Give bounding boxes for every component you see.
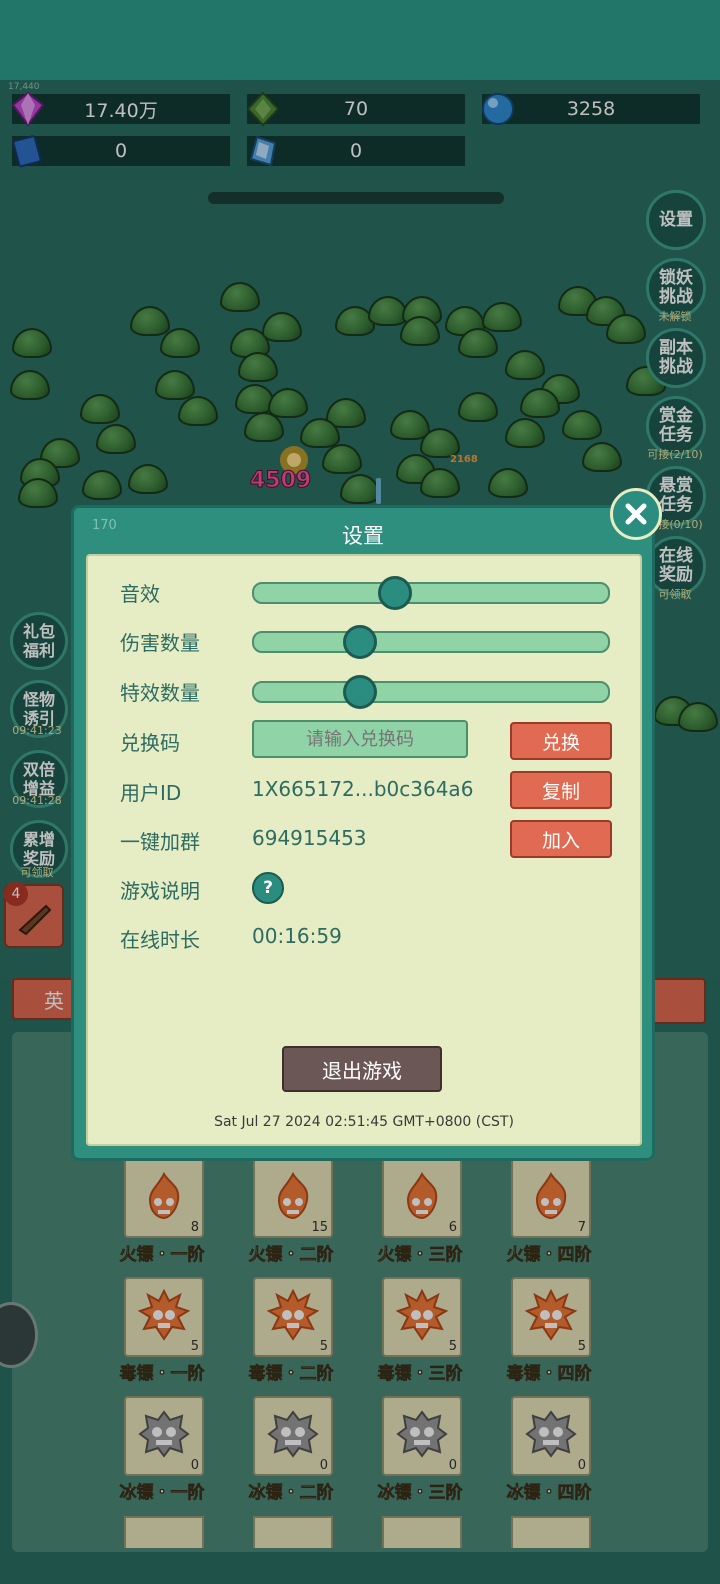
- redeem-label: 兑换码: [120, 731, 180, 755]
- effect-count-slider[interactable]: [252, 675, 610, 709]
- game-help-label: 游戏说明: [120, 879, 200, 903]
- user-id-label: 用户ID: [120, 781, 182, 805]
- close-icon: [625, 503, 647, 525]
- user-id-value: 1X665172...b0c364a6: [252, 777, 474, 801]
- sound-slider[interactable]: [252, 576, 610, 610]
- group-number-value: 694915453: [252, 826, 367, 850]
- dialog-body: 音效 伤害数量 特效数量 兑换码 兑换 用户ID 1X665172...b0c3…: [86, 554, 642, 1146]
- redeem-button[interactable]: 兑换: [510, 722, 612, 760]
- damage-count-label: 伤害数量: [120, 631, 200, 655]
- copy-button[interactable]: 复制: [510, 771, 612, 809]
- sound-slider-thumb[interactable]: [378, 576, 413, 610]
- online-time-label: 在线时长: [120, 928, 200, 952]
- exit-game-button[interactable]: 退出游戏: [282, 1046, 442, 1092]
- effect-count-slider-thumb[interactable]: [342, 675, 377, 709]
- join-button-label: 加入: [541, 829, 580, 852]
- effect-count-label: 特效数量: [120, 681, 200, 705]
- sound-label: 音效: [120, 582, 160, 606]
- damage-count-slider-thumb[interactable]: [342, 625, 377, 659]
- exit-game-label: 退出游戏: [322, 1058, 402, 1083]
- redeem-code-input[interactable]: [252, 720, 468, 758]
- redeem-button-label: 兑换: [541, 731, 580, 754]
- help-icon[interactable]: ?: [252, 872, 284, 904]
- close-dialog-button[interactable]: [610, 488, 662, 540]
- timestamp: Sat Jul 27 2024 02:51:45 GMT+0800 (CST): [214, 1114, 514, 1130]
- dialog-title: 设置: [342, 524, 384, 548]
- online-time-value: 00:16:59: [252, 924, 342, 948]
- join-group-label: 一键加群: [120, 830, 200, 854]
- copy-button-label: 复制: [541, 780, 580, 803]
- join-button[interactable]: 加入: [510, 820, 612, 858]
- settings-dialog: 170 设置 音效 伤害数量 特效数量 兑换码 兑换 用户ID 1X665172…: [71, 505, 655, 1161]
- damage-count-slider[interactable]: [252, 625, 610, 659]
